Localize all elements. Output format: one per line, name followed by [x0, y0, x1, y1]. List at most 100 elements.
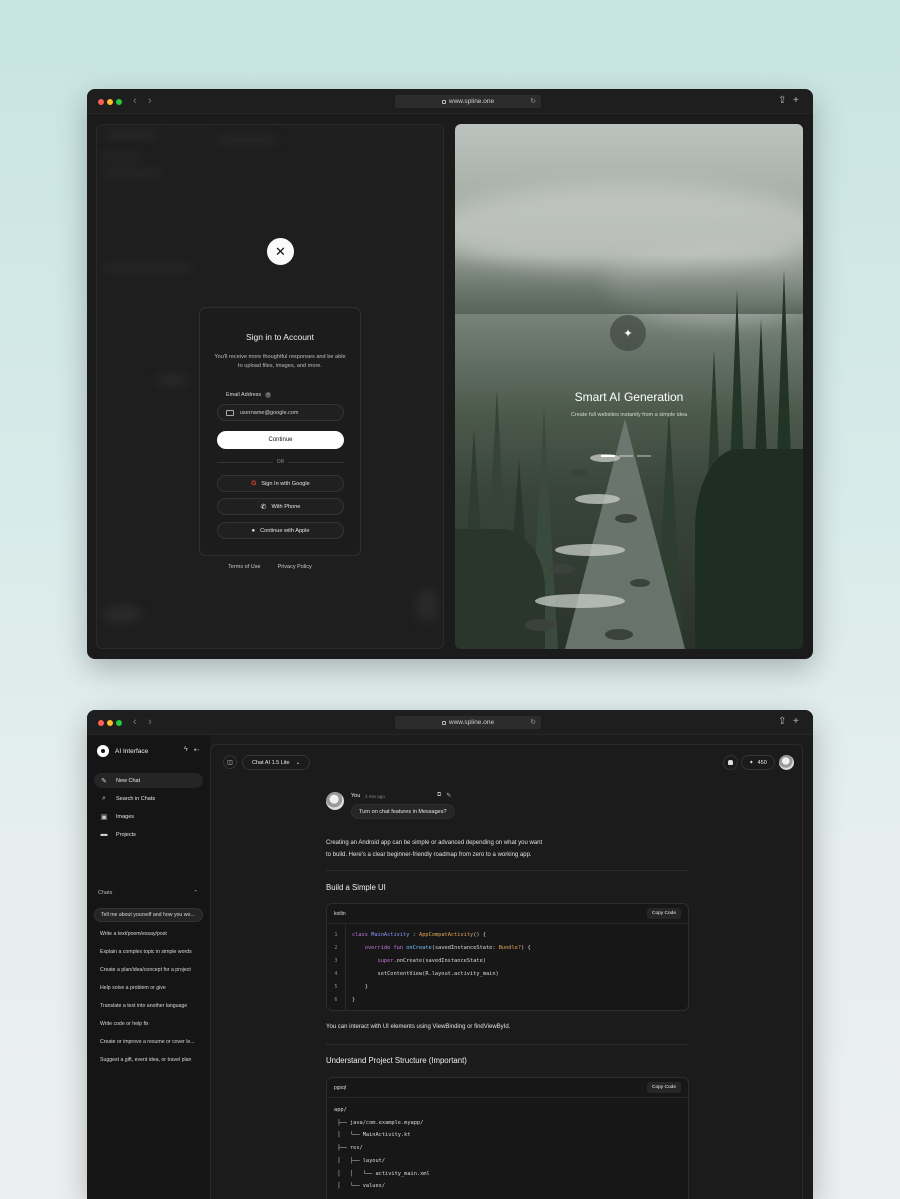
terms-link[interactable]: Terms of Use — [228, 564, 260, 570]
line-number: 5 — [334, 984, 338, 990]
collapse-sidebar-icon[interactable]: ⇠ — [194, 746, 200, 754]
pager-dot-1[interactable] — [601, 455, 615, 457]
pager-dot-3[interactable] — [637, 455, 651, 457]
code-line: 6} — [327, 994, 356, 1006]
maximize-window-button[interactable] — [116, 99, 122, 105]
chat-history-item[interactable]: Write code or help fix — [94, 1017, 203, 1031]
user-avatar[interactable] — [779, 755, 794, 770]
forward-arrow-icon[interactable]: › — [148, 95, 152, 107]
edit-icon[interactable]: ✎ — [446, 792, 451, 799]
code-line: │ └── MainActivity.kt — [334, 1132, 411, 1139]
mail-icon — [226, 409, 234, 416]
hero-subtitle: Create full websites instantly from a si… — [570, 412, 688, 418]
answer-paragraph: You can interact with UI elements using … — [326, 1024, 511, 1030]
line-number: 1 — [334, 932, 338, 938]
nav-search-chats[interactable]: ⌕ Search in Chats — [94, 791, 203, 806]
or-label: OR — [276, 459, 285, 465]
pager-dot-2[interactable] — [619, 455, 633, 457]
reload-icon[interactable]: ↻ — [530, 97, 536, 105]
hero-title: Smart AI Generation — [574, 390, 684, 404]
chat-main: ◫ Chat AI 1.5 Lite ⌄ ✦ 450 You 2 min ago… — [210, 744, 803, 1199]
code-text: } — [352, 984, 368, 990]
chat-history-item[interactable]: Explain a complex topic in simple words — [94, 945, 203, 959]
share-icon[interactable]: ⇪ — [778, 95, 786, 106]
credits-badge[interactable]: ✦ 450 — [741, 755, 775, 770]
new-tab-icon[interactable]: + — [793, 95, 799, 106]
folder-icon: ▬ — [100, 831, 108, 838]
url-text: www.spline.one — [448, 98, 495, 105]
copy-icon[interactable]: ⧉ — [437, 792, 441, 799]
share-icon[interactable]: ⇪ — [778, 716, 786, 727]
code-text: super.onCreate(savedInstanceState) — [377, 958, 486, 964]
help-icon[interactable]: ? — [265, 392, 272, 398]
divider — [326, 870, 689, 871]
code-text: override fun onCreate(savedInstanceState… — [364, 945, 531, 951]
minimize-window-button[interactable] — [107, 99, 113, 105]
code-block-header: pgsql Copy Code — [327, 1078, 688, 1098]
river-shape — [565, 419, 685, 649]
continue-button[interactable]: Continue — [217, 431, 344, 449]
new-tab-icon[interactable]: + — [793, 716, 799, 727]
apple-signin-button[interactable]: ● Continue with Apple — [217, 522, 344, 539]
notifications-button[interactable] — [723, 755, 738, 770]
code-language: pgsql — [334, 1085, 346, 1091]
close-icon: ✕ — [275, 243, 286, 259]
chat-history-item[interactable]: Suggest a gift, event idea, or travel pl… — [94, 1053, 203, 1067]
chat-history-item[interactable]: Tell me about yourself and how you wo... — [94, 908, 203, 922]
chats-section-header[interactable]: Chats ⌃ — [98, 890, 198, 896]
back-arrow-icon[interactable]: ‹ — [133, 716, 137, 728]
nav-projects[interactable]: ▬ Projects — [94, 827, 203, 842]
bolt-icon[interactable]: ϟ — [184, 746, 188, 754]
message-time: 2 min ago — [365, 793, 385, 799]
back-arrow-icon[interactable]: ‹ — [133, 95, 137, 107]
copy-code-button[interactable]: Copy Code — [647, 908, 681, 919]
url-text: www.spline.one — [448, 719, 495, 726]
nav-images[interactable]: ▣ Images — [94, 809, 203, 824]
privacy-link[interactable]: Privacy Policy — [278, 564, 312, 570]
nav-new-chat[interactable]: ✎ New Chat — [94, 773, 203, 788]
maximize-window-button[interactable] — [116, 720, 122, 726]
browser-window-signin: ‹ › www.spline.one ↻ ⇪ + ✕ Sign in to Ac… — [87, 89, 813, 659]
google-signin-button[interactable]: G Sign In with Google — [217, 475, 344, 492]
answer-intro-line-2: to build. Here's a clear beginner-friend… — [326, 852, 532, 858]
model-selector[interactable]: Chat AI 1.5 Lite ⌄ — [242, 755, 311, 770]
phone-icon: ✆ — [260, 503, 267, 511]
chevron-up-icon[interactable]: ⌃ — [193, 890, 198, 896]
close-window-button[interactable] — [98, 720, 104, 726]
divider — [326, 1044, 689, 1045]
chat-history-item[interactable]: Translate a text into another language — [94, 999, 203, 1013]
sidebar: AI Interface ϟ ⇠ ✎ New Chat ⌕ Search in … — [87, 735, 210, 1199]
nav-label: Search in Chats — [116, 795, 156, 802]
browser-window-chat: ‹ › www.spline.one ↻ ⇪ + AI Interface ϟ … — [87, 710, 813, 1199]
email-label-text: Email Address — [226, 392, 262, 398]
address-bar[interactable]: www.spline.one ↻ — [395, 716, 541, 729]
nav-label: New Chat — [116, 777, 141, 784]
minimize-window-button[interactable] — [107, 720, 113, 726]
close-window-button[interactable] — [98, 99, 104, 105]
email-label: Email Address ? — [226, 392, 272, 398]
chat-history-item[interactable]: Create a plan/idea/concept for a project — [94, 963, 203, 977]
sparkle-badge: ✦ — [610, 315, 646, 351]
chat-history-item[interactable]: Create or improve a resume or cover le..… — [94, 1035, 203, 1049]
copy-code-button[interactable]: Copy Code — [647, 1082, 681, 1093]
forward-arrow-icon[interactable]: › — [148, 716, 152, 728]
app-name: AI Interface — [115, 747, 149, 755]
blurred-background-app: ✕ Sign in to Account You'll receive more… — [96, 124, 444, 649]
nav-label: Images — [116, 813, 135, 820]
code-line: ├── res/ — [334, 1145, 363, 1152]
credits-icon: ✦ — [749, 759, 754, 766]
app-logo[interactable]: AI Interface — [97, 745, 148, 757]
code-language: kotlin — [334, 911, 346, 917]
chat-history-item[interactable]: Write a text/poem/essay/post — [94, 927, 203, 941]
signin-card: Sign in to Account You'll receive more t… — [199, 307, 361, 556]
email-field[interactable]: username@google.com — [217, 404, 344, 421]
chats-heading: Chats — [98, 890, 113, 896]
phone-signin-button[interactable]: ✆ With Phone — [217, 498, 344, 515]
chat-history-item[interactable]: Help solve a problem or give — [94, 981, 203, 995]
line-number: 6 — [334, 997, 338, 1003]
close-modal-button[interactable]: ✕ — [267, 238, 294, 265]
reload-icon[interactable]: ↻ — [530, 718, 536, 726]
logo-icon — [97, 745, 109, 757]
address-bar[interactable]: www.spline.one ↻ — [395, 95, 541, 108]
sidebar-toggle-button[interactable]: ◫ — [223, 755, 237, 769]
